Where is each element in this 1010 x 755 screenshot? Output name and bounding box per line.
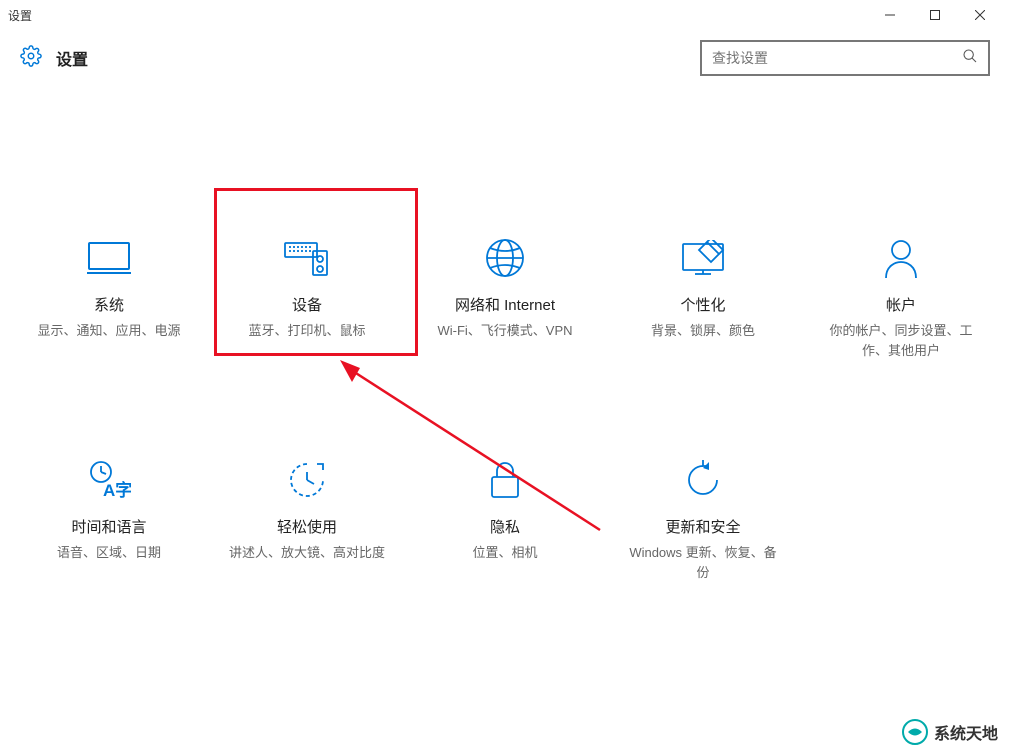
tile-desc: 讲述人、放大镜、高对比度 [229, 543, 385, 563]
tile-title: 轻松使用 [277, 516, 337, 537]
close-icon [975, 10, 985, 20]
globe-icon [485, 234, 525, 282]
watermark-text: 系统天地 [934, 720, 998, 744]
tile-desc: Windows 更新、恢复、备份 [623, 543, 783, 582]
header: 设置 [0, 30, 1010, 96]
lock-icon [489, 456, 521, 504]
tile-ease-of-access[interactable]: 轻松使用 讲述人、放大镜、高对比度 [218, 448, 396, 590]
tile-time-language[interactable]: A字 时间和语言 语音、区域、日期 [20, 448, 198, 590]
maximize-button[interactable] [912, 0, 957, 30]
window-title: 设置 [8, 7, 32, 24]
tile-update-security[interactable]: 更新和安全 Windows 更新、恢复、备份 [614, 448, 792, 590]
titlebar: 设置 [0, 0, 1010, 30]
gear-icon [20, 45, 42, 72]
window-controls [867, 0, 1002, 30]
tile-desc: 背景、锁屏、颜色 [651, 321, 755, 341]
tile-title: 设备 [292, 294, 322, 315]
tile-title: 帐户 [886, 294, 916, 315]
tile-desc: 语音、区域、日期 [57, 543, 161, 563]
tile-title: 网络和 Internet [455, 294, 555, 315]
svg-text:A字: A字 [103, 480, 131, 500]
tile-network[interactable]: 网络和 Internet Wi-Fi、飞行模式、VPN [416, 226, 594, 368]
minimize-icon [885, 10, 895, 20]
tile-desc: Wi-Fi、飞行模式、VPN [437, 321, 572, 341]
tile-desc: 你的帐户、同步设置、工作、其他用户 [821, 321, 981, 360]
tile-title: 更新和安全 [665, 516, 740, 537]
tile-title: 时间和语言 [71, 516, 146, 537]
time-language-icon: A字 [87, 456, 131, 504]
tile-desc: 显示、通知、应用、电源 [37, 321, 180, 341]
watermark: 系统天地 [902, 719, 998, 745]
tile-title: 个性化 [680, 294, 725, 315]
system-icon [87, 234, 131, 282]
tile-desc: 位置、相机 [472, 543, 537, 563]
tile-accounts[interactable]: 帐户 你的帐户、同步设置、工作、其他用户 [812, 226, 990, 368]
tile-system[interactable]: 系统 显示、通知、应用、电源 [20, 226, 198, 368]
tile-personalization[interactable]: 个性化 背景、锁屏、颜色 [614, 226, 792, 368]
person-icon [883, 234, 919, 282]
search-box[interactable] [700, 40, 990, 76]
ease-of-access-icon [287, 456, 327, 504]
update-icon [683, 456, 723, 504]
tile-title: 隐私 [490, 516, 520, 537]
page-title: 设置 [56, 46, 88, 70]
close-button[interactable] [957, 0, 1002, 30]
watermark-logo-icon [902, 719, 928, 745]
search-input[interactable] [712, 50, 962, 66]
tile-privacy[interactable]: 隐私 位置、相机 [416, 448, 594, 590]
tile-title: 系统 [94, 294, 124, 315]
tile-desc: 蓝牙、打印机、鼠标 [248, 321, 365, 341]
tile-devices[interactable]: 设备 蓝牙、打印机、鼠标 [218, 226, 396, 368]
personalization-icon [681, 234, 725, 282]
minimize-button[interactable] [867, 0, 912, 30]
devices-icon [283, 234, 331, 282]
search-icon [962, 48, 978, 69]
maximize-icon [930, 10, 940, 20]
settings-grid-row1: 系统 显示、通知、应用、电源 设备 蓝牙、打印机、鼠标 网络和 Internet… [0, 96, 1010, 388]
settings-grid-row2: A字 时间和语言 语音、区域、日期 轻松使用 讲述人、放大镜、高对比度 隐私 位… [0, 388, 1010, 610]
